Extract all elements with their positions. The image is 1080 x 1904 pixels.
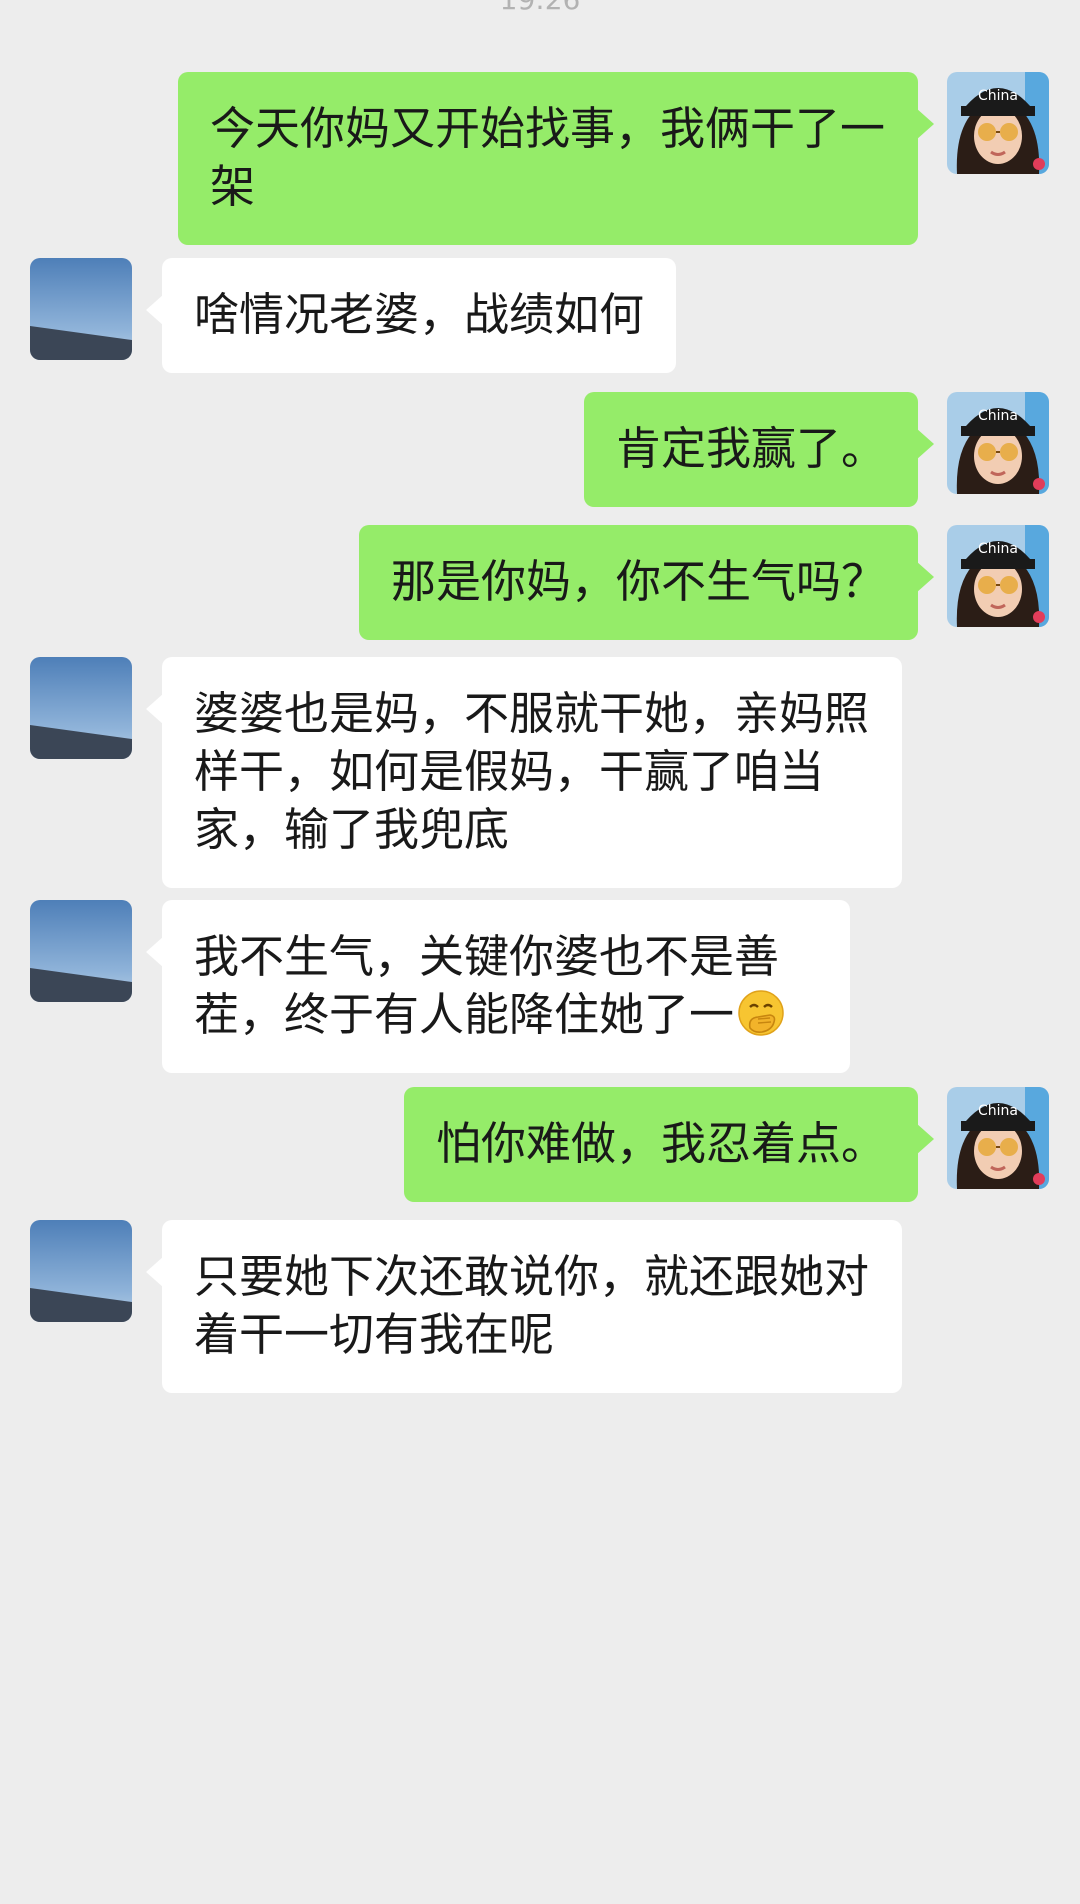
message-bubble-received[interactable]: 啥情况老婆，战绩如何 — [145, 258, 677, 373]
contact-avatar[interactable] — [30, 1220, 132, 1322]
my-avatar[interactable]: China — [947, 525, 1049, 627]
message-bubble-received[interactable]: 只要她下次还敢说你，就还跟她对着干一切有我在呢 — [146, 1220, 902, 1393]
hat-text: China — [978, 88, 1018, 104]
message-bubble-received[interactable]: 婆婆也是妈，不服就干她，亲妈照样干，如何是假妈，干赢了咱当家，输了我兜底 — [146, 657, 902, 888]
message-text: 我不生气，关键你婆也不是善茬，终于有人能降住她了一 — [194, 930, 780, 1041]
my-avatar[interactable]: China — [947, 1087, 1049, 1189]
contact-avatar[interactable] — [30, 900, 132, 1002]
contact-avatar[interactable] — [30, 657, 132, 759]
message-bubble-sent[interactable]: 那是你妈，你不生气吗？ — [358, 525, 935, 640]
message-bubble-sent[interactable]: 怕你难做，我忍着点。 — [403, 1087, 935, 1202]
hand-over-mouth-emoji — [738, 990, 784, 1036]
hat-text: China — [978, 408, 1018, 424]
my-avatar[interactable]: China — [947, 72, 1049, 174]
chat-screen: 19:26 今天你妈又开始找事，我俩干了一架 China — [0, 0, 1080, 1904]
chat-timestamp: 19:26 — [0, 0, 1080, 14]
hat-text: China — [978, 1103, 1018, 1119]
hat-text: China — [978, 541, 1018, 557]
message-bubble-sent[interactable]: 肯定我赢了。 — [583, 392, 935, 507]
my-avatar[interactable]: China — [947, 392, 1049, 494]
contact-avatar[interactable] — [30, 258, 132, 360]
message-bubble-sent[interactable]: 今天你妈又开始找事，我俩干了一架 — [178, 72, 934, 245]
message-bubble-received[interactable]: 我不生气，关键你婆也不是善茬，终于有人能降住她了一 — [146, 900, 850, 1073]
